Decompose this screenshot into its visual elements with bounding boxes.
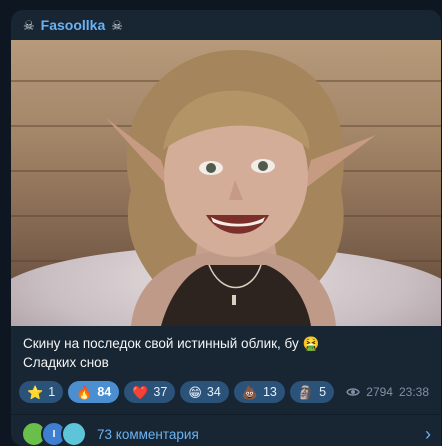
view-count: 2794	[366, 385, 393, 399]
reaction-poop[interactable]: 💩 13	[233, 381, 285, 403]
post-header: ☠ Fasoollka ☠	[11, 10, 441, 40]
star-icon: ⭐	[27, 384, 44, 400]
reaction-heart[interactable]: ❤️ 37	[124, 381, 176, 403]
avatar	[61, 421, 87, 446]
post-photo[interactable]	[11, 40, 441, 326]
channel-post: ☠ Fasoollka ☠ Скину на последок свой ист…	[11, 10, 441, 446]
heart-icon: ❤️	[132, 384, 149, 400]
reaction-count: 34	[206, 385, 221, 399]
reaction-moai[interactable]: 🗿 5	[289, 381, 335, 403]
channel-name[interactable]: Fasoollka	[41, 17, 106, 33]
caption-line: Скину на последок свой истинный облик, б…	[23, 336, 320, 351]
poop-icon: 💩	[241, 384, 258, 400]
reaction-count: 37	[153, 385, 168, 399]
post-meta: 2794 23:38	[346, 385, 433, 399]
moai-icon: 🗿	[297, 384, 315, 400]
commenter-avatars: I	[21, 421, 87, 446]
reaction-fire[interactable]: 🔥 84	[68, 381, 120, 403]
caption-line: Сладких снов	[23, 355, 109, 370]
skull-icon: ☠	[23, 17, 35, 33]
reaction-count: 5	[319, 385, 327, 399]
reaction-star[interactable]: ⭐ 1	[19, 381, 64, 403]
comments-button[interactable]: I 73 комментария ›	[11, 415, 441, 446]
comments-label: 73 комментария	[97, 426, 199, 442]
reaction-count: 84	[97, 385, 112, 399]
post-caption: Скину на последок свой истинный облик, б…	[11, 326, 441, 372]
chevron-right-icon: ›	[425, 423, 431, 444]
elf-figure	[106, 50, 376, 326]
skull-icon: ☠	[111, 17, 123, 33]
reaction-count: 13	[262, 385, 277, 399]
reactions-bar: ⭐ 1 🔥 84 ❤️ 37 😁 34 💩 13 🗿 5 2794 23:38	[11, 372, 441, 404]
fire-icon: 🔥	[76, 384, 93, 400]
reaction-grin[interactable]: 😁 34	[180, 381, 229, 403]
grin-icon: 😁	[188, 384, 202, 400]
post-time: 23:38	[398, 385, 429, 399]
eye-icon	[346, 388, 361, 396]
reaction-count: 1	[48, 385, 56, 399]
